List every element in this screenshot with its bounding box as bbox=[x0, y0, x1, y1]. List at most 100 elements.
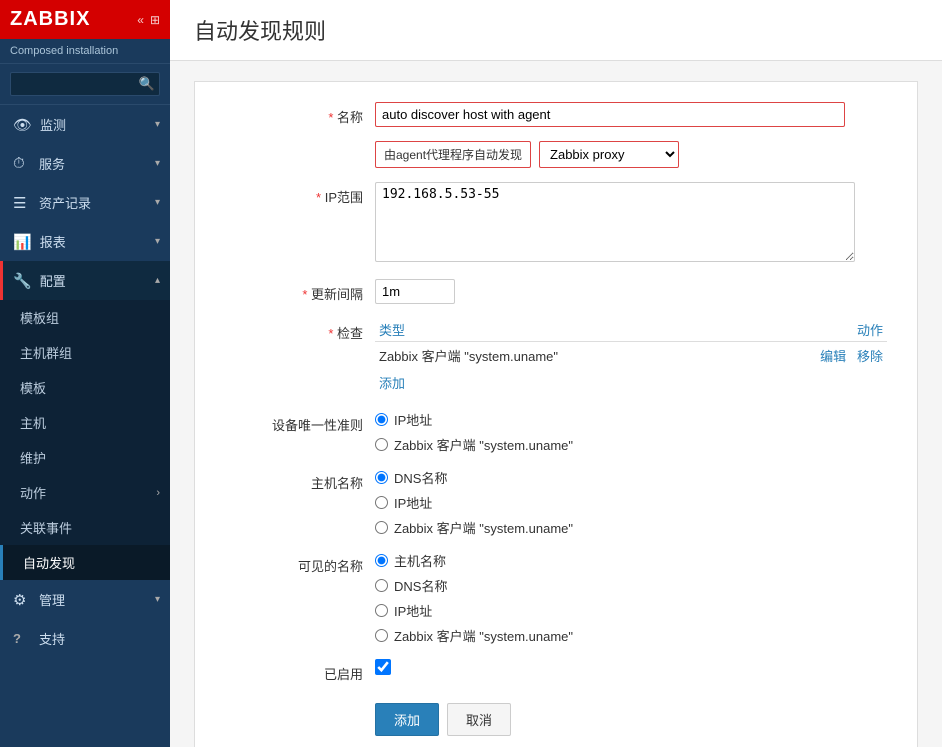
interval-input[interactable] bbox=[375, 279, 455, 304]
sidebar-item-admin-label: 管理 bbox=[39, 590, 147, 609]
enabled-checkbox[interactable] bbox=[375, 659, 391, 675]
checks-remove-link[interactable]: 移除 bbox=[857, 349, 883, 364]
sidebar-item-config-label: 配置 bbox=[40, 271, 147, 290]
sidebar-item-config[interactable]: 🔧 配置 ▴ bbox=[0, 261, 170, 300]
visiblename-hostname-label: 主机名称 bbox=[394, 551, 446, 570]
checks-col-type: 类型 bbox=[375, 318, 787, 342]
page-body: 名称 由agent代理程序自动发现 Zabbix proxy 无代理 I bbox=[170, 61, 942, 747]
name-control bbox=[375, 102, 887, 127]
page-title: 自动发现规则 bbox=[194, 19, 326, 44]
interval-label: 更新间隔 bbox=[215, 279, 375, 303]
checks-add-link[interactable]: 添加 bbox=[379, 376, 405, 391]
sidebar-item-support[interactable]: ? 支持 bbox=[0, 619, 170, 658]
sidebar-item-admin[interactable]: ⚙ 管理 ▾ bbox=[0, 580, 170, 619]
form-row-hostname: 主机名称 DNS名称 IP地址 Zabbix 客户端 "system.uname… bbox=[215, 468, 887, 537]
config-arrow: ▴ bbox=[155, 275, 160, 286]
visiblename-dns-item[interactable]: DNS名称 bbox=[375, 576, 887, 595]
hostname-dns-label: DNS名称 bbox=[394, 468, 447, 487]
proxy-agent-button[interactable]: 由agent代理程序自动发现 bbox=[375, 141, 531, 168]
visiblename-hostname-item[interactable]: 主机名称 bbox=[375, 551, 887, 570]
hostname-uname-radio[interactable] bbox=[375, 521, 388, 534]
sidebar-item-hosts[interactable]: 主机 bbox=[0, 405, 170, 440]
sidebar-item-reports-label: 报表 bbox=[40, 232, 147, 251]
reports-arrow: ▾ bbox=[155, 236, 160, 247]
checks-col-action: 动作 bbox=[787, 318, 887, 342]
uniqueness-ip-radio[interactable] bbox=[375, 413, 388, 426]
form-row-ip: IP范围 192.168.5.53-55 bbox=[215, 182, 887, 265]
host-groups-label: 主机群组 bbox=[20, 343, 72, 362]
hostname-ip-item[interactable]: IP地址 bbox=[375, 493, 887, 512]
proxy-select[interactable]: Zabbix proxy 无代理 bbox=[539, 141, 679, 168]
checks-add-row: 添加 bbox=[375, 369, 887, 396]
ip-label: IP范围 bbox=[215, 182, 375, 206]
checks-label: 检查 bbox=[215, 318, 375, 342]
search-input[interactable] bbox=[10, 72, 160, 96]
checks-row-actions: 编辑 移除 bbox=[787, 342, 887, 370]
reports-icon: 📊 bbox=[13, 233, 32, 251]
services-arrow: ▾ bbox=[155, 158, 160, 169]
visiblename-control: 主机名称 DNS名称 IP地址 Zabbix 客户端 "system.uname… bbox=[375, 551, 887, 645]
sidebar-item-reports[interactable]: 📊 报表 ▾ bbox=[0, 222, 170, 261]
form-row-name: 名称 bbox=[215, 102, 887, 127]
sidebar-item-maintenance[interactable]: 维护 bbox=[0, 440, 170, 475]
checks-row: Zabbix 客户端 "system.uname" 编辑 移除 bbox=[375, 342, 887, 370]
autodiscovery-label: 自动发现 bbox=[23, 553, 75, 572]
templates-label: 模板 bbox=[20, 378, 46, 397]
hostname-uname-label: Zabbix 客户端 "system.uname" bbox=[394, 518, 573, 537]
assets-arrow: ▾ bbox=[155, 197, 160, 208]
uniqueness-uname-item[interactable]: Zabbix 客户端 "system.uname" bbox=[375, 435, 887, 454]
sidebar-item-correlated-events[interactable]: 关联事件 bbox=[0, 510, 170, 545]
grid-icon[interactable]: ⊞ bbox=[150, 13, 160, 27]
uniqueness-ip-item[interactable]: IP地址 bbox=[375, 410, 887, 429]
checks-edit-link[interactable]: 编辑 bbox=[820, 349, 846, 364]
form-row-checks: 检查 类型 动作 Zabbix 客户端 "system.uname" bbox=[215, 318, 887, 396]
visiblename-dns-radio[interactable] bbox=[375, 579, 388, 592]
sidebar-item-assets[interactable]: ☰ 资产记录 ▾ bbox=[0, 183, 170, 222]
hostname-uname-item[interactable]: Zabbix 客户端 "system.uname" bbox=[375, 518, 887, 537]
sidebar-item-services[interactable]: ⏱ 服务 ▾ bbox=[0, 144, 170, 183]
visiblename-ip-label: IP地址 bbox=[394, 601, 432, 620]
cancel-button[interactable]: 取消 bbox=[447, 703, 511, 736]
hostname-dns-radio[interactable] bbox=[375, 471, 388, 484]
form-row-visiblename: 可见的名称 主机名称 DNS名称 IP地址 bbox=[215, 551, 887, 645]
hostname-ip-radio[interactable] bbox=[375, 496, 388, 509]
correlated-events-label: 关联事件 bbox=[20, 518, 72, 537]
assets-icon: ☰ bbox=[13, 194, 31, 212]
visiblename-hostname-radio[interactable] bbox=[375, 554, 388, 567]
enabled-label: 已启用 bbox=[215, 659, 375, 683]
hosts-label: 主机 bbox=[20, 413, 46, 432]
sidebar-item-templates[interactable]: 模板 bbox=[0, 370, 170, 405]
sidebar-item-host-groups[interactable]: 主机群组 bbox=[0, 335, 170, 370]
uniqueness-uname-radio[interactable] bbox=[375, 438, 388, 451]
hostname-dns-item[interactable]: DNS名称 bbox=[375, 468, 887, 487]
enabled-control bbox=[375, 659, 887, 675]
name-input[interactable] bbox=[375, 102, 845, 127]
hostname-label: 主机名称 bbox=[215, 468, 375, 492]
submit-button[interactable]: 添加 bbox=[375, 703, 439, 736]
uniqueness-uname-label: Zabbix 客户端 "system.uname" bbox=[394, 435, 573, 454]
sidebar-item-monitor[interactable]: 👁 监测 ▾ bbox=[0, 105, 170, 144]
visiblename-ip-radio[interactable] bbox=[375, 604, 388, 617]
actions-arrow: › bbox=[156, 487, 160, 499]
hostname-ip-label: IP地址 bbox=[394, 493, 432, 512]
page-header: 自动发现规则 bbox=[170, 0, 942, 61]
visiblename-ip-item[interactable]: IP地址 bbox=[375, 601, 887, 620]
monitor-icon: 👁 bbox=[13, 116, 32, 134]
visiblename-uname-item[interactable]: Zabbix 客户端 "system.uname" bbox=[375, 626, 887, 645]
sidebar-item-services-label: 服务 bbox=[39, 154, 147, 173]
collapse-icon[interactable]: « bbox=[137, 13, 144, 27]
sidebar: ZABBIX « ⊞ Composed installation 🔍 👁 监测 … bbox=[0, 0, 170, 747]
checks-row-type: Zabbix 客户端 "system.uname" bbox=[375, 342, 787, 370]
proxy-label bbox=[215, 141, 375, 146]
form-container: 名称 由agent代理程序自动发现 Zabbix proxy 无代理 I bbox=[194, 81, 918, 747]
ip-textarea[interactable]: 192.168.5.53-55 bbox=[375, 182, 855, 262]
sidebar-item-template-groups[interactable]: 模板组 bbox=[0, 300, 170, 335]
template-groups-label: 模板组 bbox=[20, 308, 59, 327]
hostname-control: DNS名称 IP地址 Zabbix 客户端 "system.uname" bbox=[375, 468, 887, 537]
visiblename-uname-radio[interactable] bbox=[375, 629, 388, 642]
sidebar-item-assets-label: 资产记录 bbox=[39, 193, 147, 212]
sidebar-item-autodiscovery[interactable]: 自动发现 bbox=[0, 545, 170, 580]
form-row-enabled: 已启用 bbox=[215, 659, 887, 683]
visiblename-dns-label: DNS名称 bbox=[394, 576, 447, 595]
sidebar-item-actions[interactable]: 动作 › bbox=[0, 475, 170, 510]
